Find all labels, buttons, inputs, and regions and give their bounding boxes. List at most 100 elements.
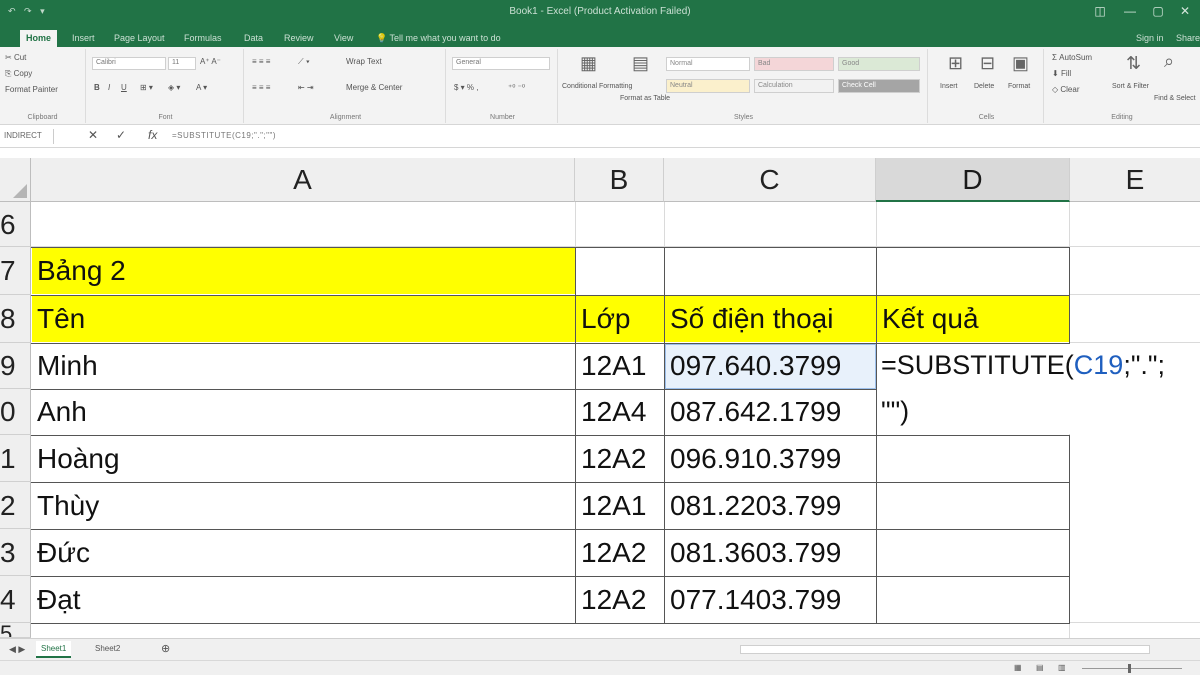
conditional-formatting-button[interactable]: Conditional Formatting xyxy=(562,83,632,90)
header-cell-name[interactable]: Tên xyxy=(31,303,85,335)
add-sheet-icon[interactable]: ⊕ xyxy=(156,641,175,658)
insert-cells-icon[interactable]: ⊞ xyxy=(948,53,963,74)
find-select-button[interactable]: Find & Select xyxy=(1154,95,1196,102)
name-cell[interactable]: Đạt xyxy=(31,584,81,616)
copy-button[interactable]: ⎘ Copy xyxy=(5,69,32,79)
tab-data[interactable]: Data xyxy=(238,30,269,47)
find-select-icon[interactable]: ⌕ xyxy=(1164,51,1174,72)
font-size-box[interactable]: 11 xyxy=(168,57,196,70)
tell-me-box[interactable]: 💡 Tell me what you want to do xyxy=(370,30,507,47)
align-left-icon[interactable]: ≡ ≡ ≡ xyxy=(252,83,270,92)
tab-formulas[interactable]: Formulas xyxy=(178,30,228,47)
row-header[interactable]: 5 xyxy=(0,623,31,638)
row-header[interactable]: 3 xyxy=(0,529,31,576)
italic-button[interactable]: I xyxy=(108,83,110,92)
close-button[interactable]: ✕ xyxy=(1170,4,1200,18)
style-bad[interactable]: Bad xyxy=(754,57,834,71)
ribbon-display-options-icon[interactable]: ◫ xyxy=(1085,4,1115,18)
sort-filter-button[interactable]: Sort & Filter xyxy=(1112,83,1149,90)
autosum-button[interactable]: Σ AutoSum xyxy=(1052,53,1092,62)
format-painter-button[interactable]: Format Painter xyxy=(5,85,58,94)
tab-view[interactable]: View xyxy=(328,30,359,47)
sheet-tab-sheet2[interactable]: Sheet2 xyxy=(90,641,125,658)
share-button[interactable]: Share xyxy=(1170,30,1200,47)
horizontal-scrollbar[interactable] xyxy=(740,645,1150,654)
column-header-e[interactable]: E xyxy=(1070,158,1200,202)
row-header[interactable]: 2 xyxy=(0,482,31,529)
row-header[interactable]: 0 xyxy=(0,389,31,435)
class-cell[interactable]: 12A2 xyxy=(575,443,646,475)
format-as-table-icon[interactable]: ▤ xyxy=(632,53,649,74)
name-cell[interactable]: Anh xyxy=(31,396,87,428)
row-header[interactable]: 6 xyxy=(0,202,31,247)
zoom-slider-thumb[interactable] xyxy=(1128,664,1131,673)
view-normal-icon[interactable]: ▦ xyxy=(1014,663,1022,672)
header-cell-result[interactable]: Kết quả xyxy=(876,303,979,335)
delete-button[interactable]: Delete xyxy=(974,83,994,90)
sheet-nav-icon[interactable]: ◀ ▶ xyxy=(4,641,30,658)
cut-button[interactable]: ✂ Cut xyxy=(5,53,26,62)
view-page-layout-icon[interactable]: ▤ xyxy=(1036,663,1044,672)
font-color-icon[interactable]: A ▾ xyxy=(196,83,207,92)
row-header[interactable]: 9 xyxy=(0,343,31,389)
zoom-slider[interactable] xyxy=(1082,668,1182,669)
insert-button[interactable]: Insert xyxy=(940,83,958,90)
phone-cell[interactable]: 077.1403.799 xyxy=(664,584,841,616)
font-grow-icon[interactable]: A⁺ A⁻ xyxy=(200,57,221,66)
font-name-box[interactable]: Calibri xyxy=(92,57,166,70)
select-all-corner[interactable] xyxy=(0,158,31,202)
tab-page-layout[interactable]: Page Layout xyxy=(108,30,171,47)
column-header-a[interactable]: A xyxy=(31,158,575,202)
minimize-button[interactable]: — xyxy=(1115,4,1145,18)
merge-center-button[interactable]: Merge & Center xyxy=(346,83,402,92)
enter-icon[interactable]: ✓ xyxy=(116,128,126,142)
format-as-table-button[interactable]: Format as Table xyxy=(620,95,670,102)
name-cell[interactable]: Thùy xyxy=(31,490,99,522)
sheet-tab-sheet1[interactable]: Sheet1 xyxy=(36,641,72,658)
borders-icon[interactable]: ⊞ ▾ xyxy=(140,83,153,92)
header-cell-class[interactable]: Lớp xyxy=(575,303,631,335)
class-cell[interactable]: 12A2 xyxy=(575,537,646,569)
row-header[interactable]: 8 xyxy=(0,295,31,343)
conditional-formatting-icon[interactable]: ▦ xyxy=(580,53,597,74)
phone-cell[interactable]: 096.910.3799 xyxy=(664,443,841,475)
class-cell[interactable]: 12A1 xyxy=(575,350,646,382)
format-button[interactable]: Format xyxy=(1008,83,1030,90)
class-cell[interactable]: 12A1 xyxy=(575,490,646,522)
fill-button[interactable]: ⬇ Fill xyxy=(1052,69,1071,78)
style-good[interactable]: Good xyxy=(838,57,920,71)
phone-cell[interactable]: 097.640.3799 xyxy=(664,350,841,382)
tab-home[interactable]: Home xyxy=(20,30,58,47)
delete-cells-icon[interactable]: ⊟ xyxy=(980,53,995,74)
column-header-d[interactable]: D xyxy=(876,158,1070,202)
table-title-cell[interactable]: Bảng 2 xyxy=(31,255,126,287)
underline-button[interactable]: U xyxy=(121,83,127,92)
formula-input[interactable]: =SUBSTITUTE(C19;".";"") xyxy=(172,131,276,140)
orientation-icon[interactable]: ⟋ ▾ xyxy=(298,57,310,67)
phone-cell[interactable]: 081.2203.799 xyxy=(664,490,841,522)
sign-in-link[interactable]: Sign in xyxy=(1130,30,1170,47)
wrap-text-button[interactable]: Wrap Text xyxy=(346,57,382,66)
column-header-b[interactable]: B xyxy=(575,158,664,202)
style-neutral[interactable]: Neutral xyxy=(666,79,750,93)
editing-formula-line2[interactable]: "") xyxy=(876,396,909,427)
indent-icon[interactable]: ⇤ ⇥ xyxy=(298,83,314,92)
style-check-cell[interactable]: Check Cell xyxy=(838,79,920,93)
insert-function-icon[interactable]: fx xyxy=(148,128,157,142)
clear-button[interactable]: ◇ Clear xyxy=(1052,85,1080,94)
tab-insert[interactable]: Insert xyxy=(66,30,101,47)
number-format-box[interactable]: General xyxy=(452,57,550,70)
style-normal[interactable]: Normal xyxy=(666,57,750,71)
editing-formula-line1[interactable]: =SUBSTITUTE(C19;"."; xyxy=(876,350,1165,381)
format-cells-icon[interactable]: ▣ xyxy=(1012,53,1029,74)
row-header[interactable]: 4 xyxy=(0,576,31,623)
name-cell[interactable]: Hoàng xyxy=(31,443,120,475)
align-top-icon[interactable]: ≡ ≡ ≡ xyxy=(252,57,270,66)
row-header[interactable]: 7 xyxy=(0,247,31,295)
maximize-button[interactable]: ▢ xyxy=(1143,4,1173,18)
name-cell[interactable]: Minh xyxy=(31,350,98,382)
column-header-c[interactable]: C xyxy=(664,158,876,202)
name-box[interactable]: INDIRECT xyxy=(2,129,54,144)
name-cell[interactable]: Đức xyxy=(31,537,90,569)
fill-color-icon[interactable]: ◈ ▾ xyxy=(168,83,180,92)
